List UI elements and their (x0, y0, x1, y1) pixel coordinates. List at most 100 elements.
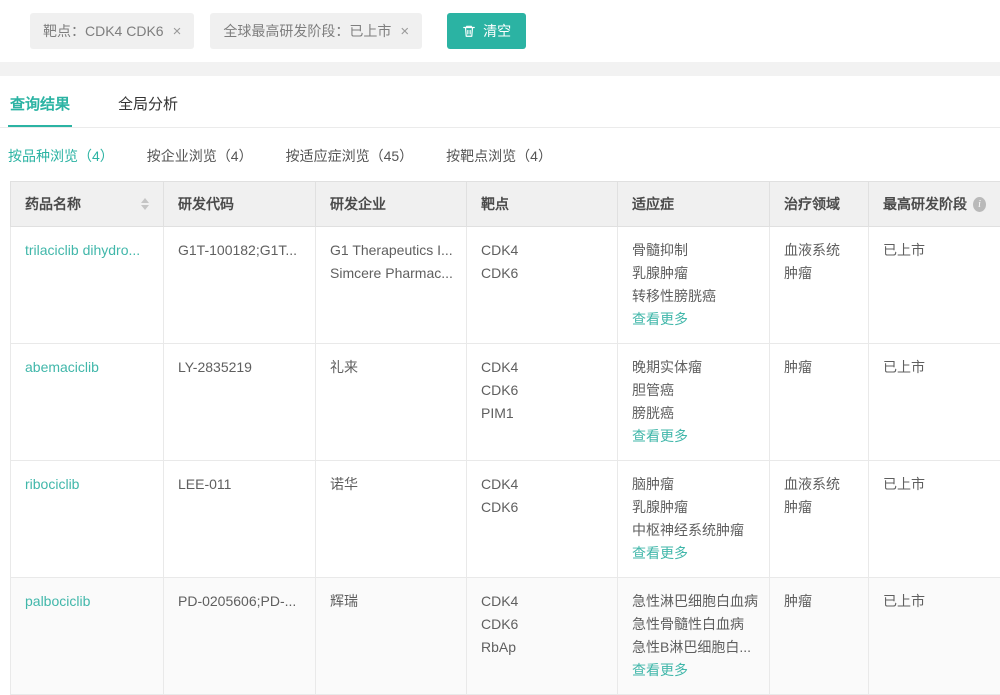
clear-button-label: 清空 (483, 21, 511, 41)
target-line: CDK4 (481, 590, 603, 613)
clear-filters-button[interactable]: 清空 (447, 13, 526, 49)
company-line: 辉瑞 (330, 590, 452, 613)
therapy-area-cell: 血液系统 肿瘤 (770, 461, 869, 578)
column-header-company: 研发企业 (316, 182, 467, 227)
area-line: 血液系统 (784, 239, 854, 262)
area-line: 肿瘤 (784, 356, 854, 379)
view-more-link[interactable]: 查看更多 (632, 308, 755, 331)
dev-code: LY-2835219 (178, 356, 301, 379)
column-header-drug-name: 药品名称 (11, 182, 164, 227)
dev-code-cell: LY-2835219 (164, 344, 316, 461)
trash-icon (462, 24, 476, 38)
target-line: CDK4 (481, 239, 603, 262)
target-line: CDK4 (481, 473, 603, 496)
stage-text: 已上市 (883, 239, 986, 262)
drug-name-cell: ribociclib (11, 461, 164, 578)
tab-global-analysis[interactable]: 全局分析 (116, 84, 180, 127)
target-cell: CDK4 CDK6 RbAp (467, 578, 618, 695)
area-line: 肿瘤 (784, 262, 854, 285)
subtab-by-product[interactable]: 按品种浏览（4） (8, 146, 114, 166)
view-more-link[interactable]: 查看更多 (632, 425, 755, 448)
drug-name-link[interactable]: abemaciclib (25, 356, 99, 379)
results-table: 药品名称 研发代码 研发企业 靶点 适应症 治疗领域 最高研发阶段 i tril… (10, 181, 1000, 695)
indication-line: 胆管癌 (632, 379, 755, 402)
dev-code: G1T-100182;G1T... (178, 239, 301, 262)
drug-name-link[interactable]: ribociclib (25, 473, 79, 496)
subtab-by-indication[interactable]: 按适应症浏览（45） (286, 146, 414, 166)
indication-line: 急性骨髓性白血病 (632, 613, 755, 636)
target-cell: CDK4 CDK6 (467, 461, 618, 578)
filter-chip-label: 全球最高研发阶段：已上市 (223, 21, 391, 41)
indication-cell: 脑肿瘤 乳腺肿瘤 中枢神经系统肿瘤 查看更多 (618, 461, 770, 578)
table-row: palbociclib PD-0205606;PD-... 辉瑞 CDK4 CD… (11, 578, 1000, 695)
drug-name-link[interactable]: trilaciclib dihydro... (25, 239, 140, 262)
table-row: abemaciclib LY-2835219 礼来 CDK4 CDK6 PIM1… (11, 344, 1000, 461)
company-line: Simcere Pharmac... (330, 262, 452, 285)
filter-chip-stage[interactable]: 全球最高研发阶段：已上市 × (210, 13, 422, 49)
filter-chip-target[interactable]: 靶点：CDK4 CDK6 × (30, 13, 194, 49)
view-more-link[interactable]: 查看更多 (632, 542, 755, 565)
area-line: 血液系统 (784, 473, 854, 496)
close-icon[interactable]: × (173, 24, 182, 39)
tab-query-results[interactable]: 查询结果 (8, 84, 72, 127)
subtab-by-target[interactable]: 按靶点浏览（4） (446, 146, 552, 166)
indication-line: 中枢神经系统肿瘤 (632, 519, 755, 542)
company-cell: 辉瑞 (316, 578, 467, 695)
therapy-area-cell: 血液系统 肿瘤 (770, 227, 869, 344)
indication-cell: 骨髓抑制 乳腺肿瘤 转移性膀胱癌 查看更多 (618, 227, 770, 344)
indication-line: 骨髓抑制 (632, 239, 755, 262)
therapy-area-cell: 肿瘤 (770, 344, 869, 461)
table-row: trilaciclib dihydro... G1T-100182;G1T...… (11, 227, 1000, 344)
company-cell: G1 Therapeutics I... Simcere Pharmac... (316, 227, 467, 344)
header-label: 最高研发阶段 (883, 194, 967, 214)
indication-line: 转移性膀胱癌 (632, 285, 755, 308)
view-more-link[interactable]: 查看更多 (632, 659, 755, 682)
dev-code-cell: G1T-100182;G1T... (164, 227, 316, 344)
subtab-by-company[interactable]: 按企业浏览（4） (147, 146, 253, 166)
header-label: 药品名称 (25, 194, 81, 214)
column-header-highest-stage: 最高研发阶段 i (869, 182, 1000, 227)
sort-icon[interactable] (141, 198, 149, 210)
area-line: 肿瘤 (784, 590, 854, 613)
dev-code: LEE-011 (178, 473, 301, 496)
drug-name-cell: trilaciclib dihydro... (11, 227, 164, 344)
therapy-area-cell: 肿瘤 (770, 578, 869, 695)
indication-line: 乳腺肿瘤 (632, 262, 755, 285)
company-line: 礼来 (330, 356, 452, 379)
column-header-therapy-area: 治疗领域 (770, 182, 869, 227)
column-header-indication: 适应症 (618, 182, 770, 227)
company-line: G1 Therapeutics I... (330, 239, 452, 262)
area-line: 肿瘤 (784, 496, 854, 519)
company-cell: 诺华 (316, 461, 467, 578)
target-line: CDK6 (481, 613, 603, 636)
stage-cell: 已上市 (869, 344, 1000, 461)
main-tabbar: 查询结果 全局分析 (0, 84, 1000, 128)
stage-cell: 已上市 (869, 227, 1000, 344)
indication-line: 晚期实体瘤 (632, 356, 755, 379)
indication-line: 乳腺肿瘤 (632, 496, 755, 519)
column-header-target: 靶点 (467, 182, 618, 227)
close-icon[interactable]: × (400, 24, 409, 39)
target-line: CDK6 (481, 496, 603, 519)
table-row: ribociclib LEE-011 诺华 CDK4 CDK6 脑肿瘤 乳腺肿瘤… (11, 461, 1000, 578)
target-cell: CDK4 CDK6 (467, 227, 618, 344)
target-line: CDK6 (481, 262, 603, 285)
target-line: CDK6 (481, 379, 603, 402)
target-line: PIM1 (481, 402, 603, 425)
stage-cell: 已上市 (869, 578, 1000, 695)
target-cell: CDK4 CDK6 PIM1 (467, 344, 618, 461)
indication-line: 膀胱癌 (632, 402, 755, 425)
company-line: 诺华 (330, 473, 452, 496)
stage-text: 已上市 (883, 473, 986, 496)
table-header-row: 药品名称 研发代码 研发企业 靶点 适应症 治疗领域 最高研发阶段 i (11, 182, 1000, 227)
company-cell: 礼来 (316, 344, 467, 461)
indication-cell: 晚期实体瘤 胆管癌 膀胱癌 查看更多 (618, 344, 770, 461)
info-icon[interactable]: i (973, 197, 986, 212)
column-header-dev-code: 研发代码 (164, 182, 316, 227)
section-divider (0, 62, 1000, 76)
drug-name-link[interactable]: palbociclib (25, 590, 90, 613)
target-line: CDK4 (481, 356, 603, 379)
indication-line: 急性淋巴细胞白血病 (632, 590, 755, 613)
drug-name-cell: abemaciclib (11, 344, 164, 461)
drug-name-cell: palbociclib (11, 578, 164, 695)
